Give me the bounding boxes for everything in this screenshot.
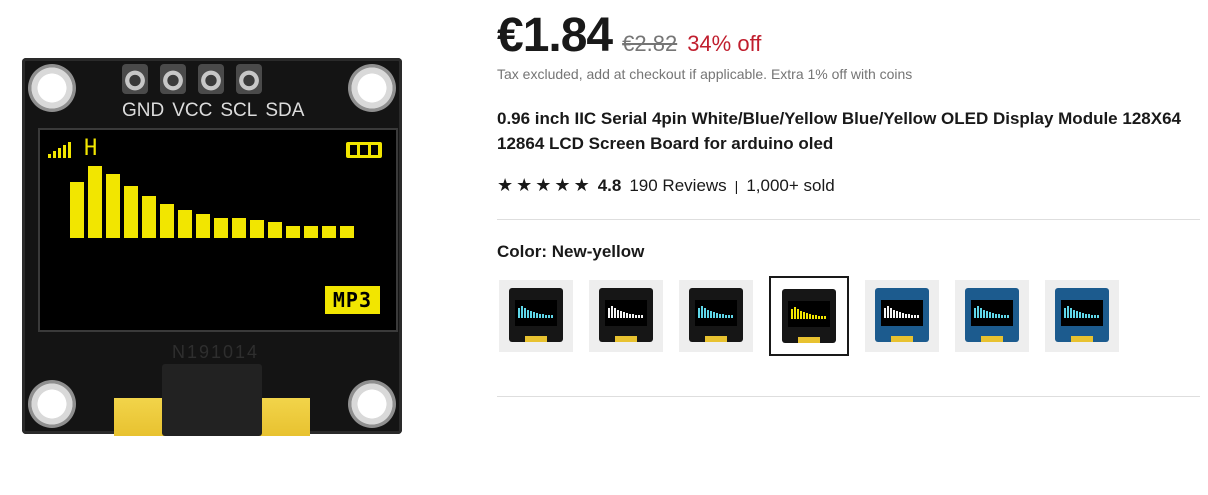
mount-hole <box>348 380 396 428</box>
color-option-image <box>875 288 929 342</box>
pin-label: VCC <box>172 100 213 121</box>
mount-hole <box>28 380 76 428</box>
color-option-7[interactable] <box>1045 280 1119 352</box>
discount-label: 34% off <box>687 31 762 56</box>
signal-icon <box>48 142 71 158</box>
star-icon: ★ <box>535 175 552 195</box>
sold-count: 1,000+ sold <box>746 175 835 195</box>
star-rating: ★ ★ ★ ★ ★ <box>497 175 590 196</box>
pin-label: SDA <box>265 100 305 121</box>
tax-note: Tax excluded, add at checkout if applica… <box>497 66 913 82</box>
color-option-image <box>782 289 836 343</box>
chip-label: N191014 <box>172 342 260 362</box>
current-price: €1.84 <box>497 9 613 62</box>
color-options <box>499 276 1135 356</box>
color-option-4[interactable] <box>769 276 849 356</box>
equalizer-bar <box>232 218 246 238</box>
reviews-link[interactable]: 190 Reviews <box>629 176 726 196</box>
mount-hole <box>348 64 396 112</box>
equalizer-bar <box>304 226 318 238</box>
oled-board: GND VCC SCL SDA H MP3 N191014 <box>22 58 402 436</box>
star-icon: ★ <box>516 175 533 195</box>
color-label: Color: New-yellow <box>497 242 645 261</box>
pin-labels: GND VCC SCL SDA <box>122 100 304 122</box>
equalizer-bar <box>340 226 354 238</box>
header-pins <box>122 64 282 98</box>
star-icon: ★ <box>554 175 571 195</box>
color-option-1[interactable] <box>499 280 573 352</box>
equalizer-bar <box>88 166 102 238</box>
divider <box>497 219 1200 220</box>
equalizer-bar <box>160 204 174 238</box>
color-option-6[interactable] <box>955 280 1029 352</box>
pin-label: GND <box>122 100 165 121</box>
divider <box>497 396 1200 397</box>
color-option-image <box>689 288 743 342</box>
equalizer-bar <box>196 214 210 238</box>
original-price: €2.82 <box>622 31 678 56</box>
color-option-image <box>509 288 563 342</box>
color-option-5[interactable] <box>865 280 939 352</box>
equalizer-bars <box>70 166 354 238</box>
price-row: €1.84 €2.82 34% off <box>497 8 761 63</box>
ribbon-connector <box>162 364 262 436</box>
star-icon: ★ <box>573 175 590 195</box>
equalizer-bar <box>286 226 300 238</box>
equalizer-bar <box>70 182 84 238</box>
battery-icon <box>346 142 382 158</box>
equalizer-bar <box>142 196 156 238</box>
star-icon: ★ <box>497 175 514 195</box>
separator: | <box>734 177 739 194</box>
equalizer-bar <box>106 174 120 238</box>
color-option-3[interactable] <box>679 280 753 352</box>
product-main-image[interactable]: GND VCC SCL SDA H MP3 N191014 <box>22 58 402 436</box>
equalizer-bar <box>214 218 228 238</box>
screen-letter: H <box>84 136 98 161</box>
equalizer-bar <box>268 222 282 238</box>
product-title: 0.96 inch IIC Serial 4pin White/Blue/Yel… <box>497 109 1181 153</box>
color-option-image <box>965 288 1019 342</box>
rating-value: 4.8 <box>597 175 622 195</box>
rating-row: ★ ★ ★ ★ ★ 4.8 190 Reviews | 1,000+ sold <box>497 175 835 196</box>
oled-screen: H MP3 <box>38 128 398 332</box>
color-option-image <box>1055 288 1109 342</box>
equalizer-bar <box>178 210 192 238</box>
color-option-2[interactable] <box>589 280 663 352</box>
equalizer-bar <box>322 226 336 238</box>
equalizer-bar <box>250 220 264 238</box>
mp3-badge: MP3 <box>324 286 380 314</box>
pin-label: SCL <box>220 100 258 121</box>
equalizer-bar <box>124 186 138 238</box>
color-option-image <box>599 288 653 342</box>
mount-hole <box>28 64 76 112</box>
